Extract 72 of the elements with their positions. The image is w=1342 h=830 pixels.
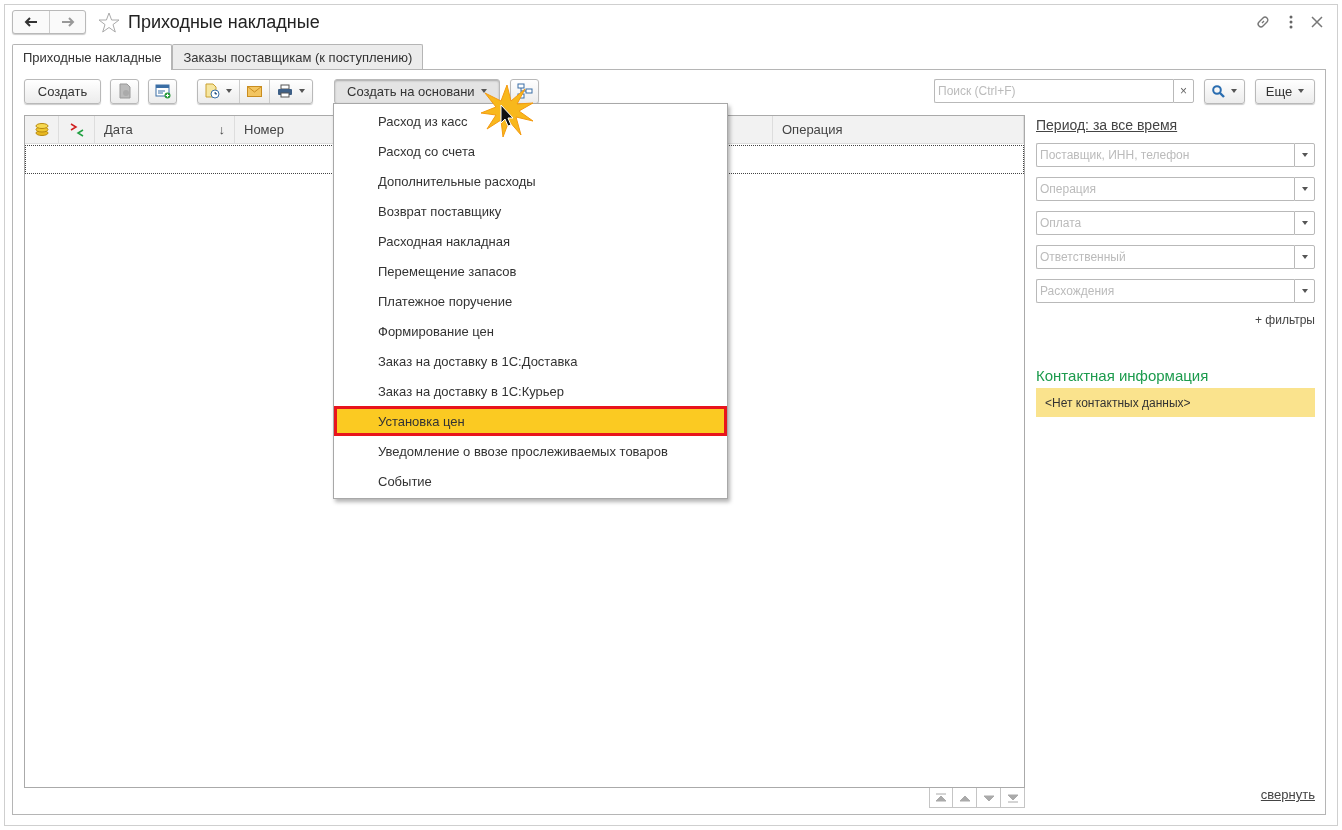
envelope-icon bbox=[247, 85, 262, 97]
tab[interactable]: Приходные накладные bbox=[12, 44, 173, 70]
search-icon bbox=[1212, 84, 1225, 98]
filter-field[interactable]: Операция bbox=[1036, 177, 1294, 201]
menu-item[interactable]: Платежное поручение bbox=[334, 286, 727, 316]
page-scroll-button[interactable] bbox=[1001, 788, 1025, 808]
dropdown-button[interactable] bbox=[1294, 177, 1315, 201]
caret-icon bbox=[1231, 89, 1237, 93]
hierarchy-icon bbox=[516, 83, 533, 99]
menu-item[interactable]: Уведомление о ввозе прослеживаемых товаров bbox=[334, 436, 727, 466]
printer-icon bbox=[277, 84, 293, 98]
menu-item[interactable]: Расход со счета bbox=[334, 136, 727, 166]
menu-item[interactable]: Расход из касс bbox=[334, 106, 727, 136]
column-header[interactable]: Дата bbox=[104, 122, 219, 137]
link-icon[interactable] bbox=[1255, 14, 1271, 30]
column-header[interactable]: Операция bbox=[782, 122, 1014, 137]
clear-button[interactable]: × bbox=[1173, 79, 1194, 103]
create-button[interactable]: Создать bbox=[24, 78, 101, 104]
filter-field[interactable]: Оплата bbox=[1036, 211, 1294, 235]
menu-item[interactable]: Заказ на доставку в 1С:Доставка bbox=[334, 346, 727, 376]
search-button[interactable] bbox=[1204, 78, 1245, 104]
dropdown-button[interactable] bbox=[1294, 211, 1315, 235]
contact-info-box: <Нет контактных данных> bbox=[1036, 388, 1315, 417]
menu-item[interactable]: Установка цен bbox=[334, 406, 727, 436]
document-button[interactable] bbox=[110, 78, 139, 104]
more-vertical-icon[interactable] bbox=[1289, 15, 1293, 29]
caret-icon bbox=[1301, 187, 1308, 191]
menu-item[interactable]: Расходная накладная bbox=[334, 226, 727, 256]
caret-icon bbox=[1301, 289, 1308, 293]
dropdown-button[interactable] bbox=[1294, 245, 1315, 269]
create-based-on-button[interactable]: Создать на основани bbox=[334, 78, 500, 104]
more-button[interactable]: Еще bbox=[1255, 78, 1315, 104]
menu-item[interactable]: Формирование цен bbox=[334, 316, 727, 346]
scroll-arrow-icon bbox=[1005, 792, 1020, 803]
filter-field[interactable]: Поставщик, ИНН, телефон bbox=[1036, 143, 1294, 167]
menu-item[interactable]: Заказ на доставку в 1С:Курьер bbox=[334, 376, 727, 406]
menu-item[interactable]: Перемещение запасов bbox=[334, 256, 727, 286]
search-field[interactable]: Поиск (Ctrl+F) bbox=[934, 79, 1173, 103]
caret-icon bbox=[1298, 89, 1305, 93]
tab[interactable]: Заказы поставщикам (к поступлению) bbox=[172, 44, 424, 69]
dropdown-button[interactable] bbox=[1294, 279, 1315, 303]
scroll-arrow-icon bbox=[981, 792, 996, 803]
menu-item[interactable]: Событие bbox=[334, 466, 727, 496]
contact-info-title: Контактная информация bbox=[1036, 367, 1210, 384]
filter-field[interactable]: Расхождения bbox=[1036, 279, 1294, 303]
forward-arrow-icon bbox=[60, 17, 75, 27]
period-link[interactable]: Период: за все время bbox=[1036, 117, 1178, 133]
dropdown-button[interactable] bbox=[1294, 143, 1315, 167]
star-icon[interactable] bbox=[98, 11, 120, 33]
document-clock-icon bbox=[205, 83, 220, 99]
page-scroll-button[interactable] bbox=[977, 788, 1001, 808]
caret-icon bbox=[226, 89, 232, 93]
document-icon bbox=[117, 83, 132, 99]
menu-item[interactable]: Дополнительные расходы bbox=[334, 166, 727, 196]
caret-icon bbox=[299, 89, 305, 93]
sort-indicator: ↓ bbox=[218, 122, 225, 137]
new-form-button[interactable] bbox=[148, 78, 177, 104]
more-filters-link[interactable]: + фильтры bbox=[1254, 313, 1315, 327]
scroll-arrow-icon bbox=[934, 792, 948, 803]
page-scroll-button[interactable] bbox=[929, 788, 953, 808]
back-arrow-icon bbox=[24, 17, 38, 27]
caret-icon bbox=[1301, 221, 1308, 225]
close-icon[interactable] bbox=[1311, 16, 1323, 28]
caret-icon bbox=[1301, 153, 1308, 157]
page-scroll-button[interactable] bbox=[953, 788, 977, 808]
window-title: Приходные накладные bbox=[128, 11, 320, 33]
menu-item[interactable]: Возврат поставщику bbox=[334, 196, 727, 226]
form-plus-icon bbox=[154, 83, 171, 99]
coins-icon bbox=[34, 123, 49, 136]
caret-icon bbox=[1301, 255, 1308, 259]
collapse-link[interactable]: свернуть bbox=[1260, 787, 1315, 802]
filter-field[interactable]: Ответственный bbox=[1036, 245, 1294, 269]
